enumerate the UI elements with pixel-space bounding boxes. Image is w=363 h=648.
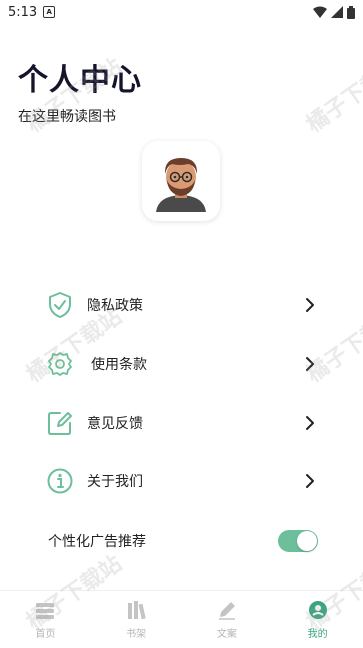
- ad-personalization-toggle[interactable]: [278, 530, 318, 552]
- profile-icon: [308, 601, 327, 619]
- status-time: 5:13: [8, 4, 38, 20]
- info-icon: [45, 466, 75, 496]
- menu-label: 关于我们: [87, 474, 143, 490]
- status-bar: 5:13 A: [0, 0, 363, 24]
- bottom-nav: 首页 书架 文案 我的: [0, 590, 363, 648]
- menu-item-feedback[interactable]: 意见反馈: [45, 403, 325, 443]
- nav-label: 首页: [35, 629, 56, 640]
- ad-personalization-row: 个性化广告推荐: [48, 525, 318, 557]
- nav-home[interactable]: 首页: [0, 591, 91, 648]
- app-notification-icon: A: [43, 6, 56, 18]
- chevron-right-icon: [306, 416, 314, 430]
- avatar[interactable]: [142, 141, 220, 221]
- page-subtitle: 在这里畅读图书: [18, 109, 116, 125]
- nav-label: 我的: [307, 629, 328, 640]
- chevron-right-icon: [306, 357, 314, 371]
- menu-label: 使用条款: [91, 357, 147, 373]
- chevron-right-icon: [306, 298, 314, 312]
- ad-personalization-label: 个性化广告推荐: [48, 534, 146, 550]
- home-icon: [36, 603, 55, 619]
- status-left: 5:13 A: [8, 4, 56, 20]
- menu-item-privacy-policy[interactable]: 隐私政策: [45, 285, 325, 325]
- pen-icon: [218, 602, 235, 620]
- nav-mine[interactable]: 我的: [272, 591, 363, 648]
- nav-bookshelf[interactable]: 书架: [91, 591, 182, 648]
- chevron-right-icon: [306, 474, 314, 488]
- bookshelf-icon: [128, 601, 146, 620]
- gear-icon: [45, 349, 75, 379]
- nav-label: 书架: [126, 629, 147, 640]
- nav-copywriting[interactable]: 文案: [182, 591, 273, 648]
- shield-check-icon: [45, 290, 75, 320]
- wifi-icon: [313, 6, 327, 18]
- signal-icon: [331, 6, 343, 18]
- menu-item-about-us[interactable]: 关于我们: [45, 461, 325, 501]
- battery-icon: [347, 5, 355, 19]
- toggle-knob: [297, 531, 317, 551]
- watermark: 橘子下载站: [302, 54, 363, 138]
- page-title: 个人中心: [18, 63, 142, 98]
- menu-item-terms-of-use[interactable]: 使用条款: [45, 344, 325, 384]
- edit-icon: [45, 408, 75, 438]
- avatar-illustration: [156, 158, 206, 212]
- nav-label: 文案: [216, 629, 237, 640]
- menu-label: 隐私政策: [87, 298, 143, 314]
- status-right: [313, 5, 355, 19]
- menu-label: 意见反馈: [87, 416, 143, 432]
